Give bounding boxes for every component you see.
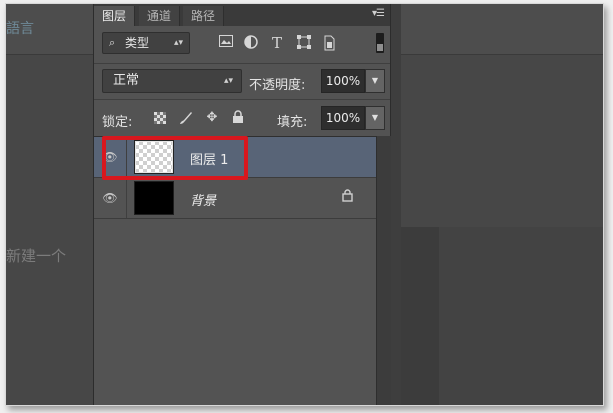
document-stripe (401, 227, 439, 405)
lock-all-icon[interactable] (230, 110, 246, 126)
filter-kind-label: 类型 (125, 36, 150, 50)
filter-row: ⌕ 类型 ▴▾ T (94, 29, 390, 57)
divider (126, 178, 127, 218)
fill-dropdown-button[interactable]: ▼ (365, 106, 385, 130)
lock-row: 锁定: ✥ 填充: 100% ▼ (94, 99, 390, 136)
eye-icon[interactable]: 👁︎ (100, 188, 120, 208)
opacity-label: 不透明度: (249, 78, 306, 93)
shape-icon[interactable] (296, 35, 312, 51)
lock-position-icon[interactable]: ✥ (204, 110, 220, 126)
document-background-text: 新建一个 (6, 247, 67, 265)
panel-menu-icon[interactable]: ▾☰ (372, 8, 385, 19)
tab-paths[interactable]: 路径 (183, 6, 225, 26)
opacity-dropdown-button[interactable]: ▼ (365, 69, 385, 93)
updown-arrows-icon: ▴▾ (223, 76, 233, 86)
screenshot-frame: 語言 新建一个 图层 通道 路径 ▾☰ ⌕ 类型 ▴▾ T 正常 ▴▾ 不透明度… (5, 3, 604, 406)
blend-mode-value: 正常 (113, 73, 140, 88)
layer-thumbnail[interactable] (134, 181, 174, 215)
tab-channels[interactable]: 通道 (139, 6, 181, 26)
layer-row-background[interactable]: 👁︎ 背景 (94, 178, 376, 219)
tab-layers[interactable]: 图层 (94, 6, 136, 26)
document-topbar-text: 語言 (6, 21, 34, 37)
layers-list: 👁︎ 图层 1 👁︎ 背景 (94, 136, 376, 405)
filter-kind-select[interactable]: ⌕ 类型 ▴▾ (102, 32, 190, 54)
layer-thumbnail[interactable] (134, 140, 174, 174)
divider (126, 137, 127, 177)
text-icon[interactable]: T (269, 35, 285, 51)
layer-row-layer1[interactable]: 👁︎ 图层 1 (94, 137, 376, 178)
lock-image-pixels-icon[interactable] (178, 110, 194, 126)
blend-row: 正常 ▴▾ 不透明度: 100% ▼ (94, 63, 390, 96)
adjustment-icon[interactable] (243, 35, 259, 51)
smart-object-icon[interactable] (321, 35, 337, 51)
search-icon: ⌕ (109, 36, 116, 49)
opacity-field[interactable]: 100% (321, 69, 365, 93)
updown-arrows-icon: ▴▾ (173, 38, 183, 48)
blend-mode-select[interactable]: 正常 ▴▾ (102, 69, 242, 93)
lock-label: 锁定: (102, 115, 133, 130)
fill-label: 填充: (277, 115, 308, 130)
layers-panel: 图层 通道 路径 ▾☰ ⌕ 类型 ▴▾ T 正常 ▴▾ 不透明度: 100% ▼… (93, 4, 391, 405)
filter-toggle-switch[interactable] (376, 33, 384, 53)
eye-icon[interactable]: 👁︎ (100, 147, 120, 167)
layer-name[interactable]: 图层 1 (190, 149, 228, 168)
layer-name[interactable]: 背景 (190, 190, 216, 209)
lock-transparent-pixels-icon[interactable] (152, 110, 168, 126)
image-icon[interactable] (218, 35, 234, 51)
document-stripe (439, 227, 603, 405)
panel-tabbar: 图层 通道 路径 ▾☰ (94, 4, 390, 26)
lock-icon (342, 189, 353, 205)
fill-field[interactable]: 100% (321, 106, 365, 130)
layers-scrollbar[interactable] (376, 136, 391, 405)
